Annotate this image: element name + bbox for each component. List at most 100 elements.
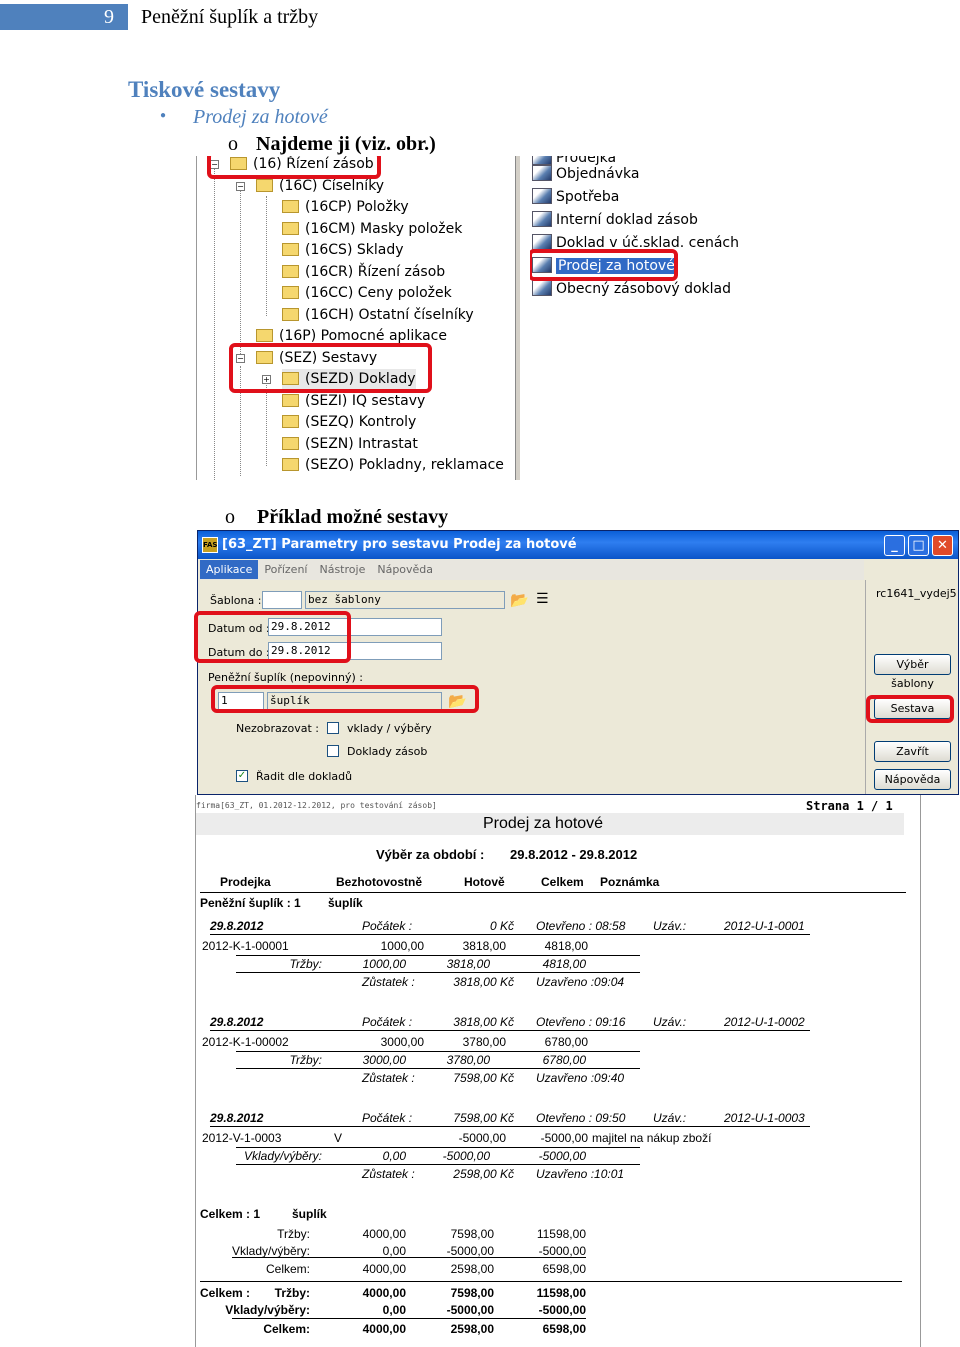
vklady-checkbox[interactable] (327, 722, 339, 734)
list-item[interactable]: Obecný zásobový doklad (532, 279, 731, 299)
tree-item[interactable]: (16CP) Položky (282, 197, 409, 217)
doc-flag: V (334, 1131, 343, 1145)
list-item[interactable]: Interní doklad zásob (532, 210, 698, 230)
zustatek-label: Zůstatek : (362, 975, 415, 989)
zustatek-value: 7598,00 Kč (453, 1071, 514, 1085)
trzby-cel: -5000,00 (538, 1149, 586, 1163)
doklady-checkbox[interactable] (327, 745, 339, 757)
section-heading: Tiskové sestavy (128, 77, 281, 102)
radit-checkbox[interactable]: ✓ (236, 770, 248, 782)
otevreno: Otevřeno : 08:58 (536, 919, 626, 933)
parameters-dialog: FAS [63_ZT] Parametry pro sestavu Prodej… (194, 530, 959, 795)
doc-number: 2012-K-1-00002 (202, 1035, 289, 1049)
tree-item[interactable]: (16CM) Masky položek (282, 219, 462, 239)
menu-bar: Aplikace Pořízení Nástroje Nápověda (200, 560, 864, 580)
menu-nastroje[interactable]: Nástroje (313, 560, 371, 579)
suplik-heading: Peněžní šuplík : 1 (200, 896, 301, 910)
uzavreno: Uzavřeno :09:04 (536, 975, 625, 989)
uzav-label: Uzáv.: (653, 1015, 687, 1029)
report-icon (532, 234, 552, 250)
report-page: Strana 1 / 1 (806, 799, 893, 813)
highlight-box (229, 343, 432, 393)
menu-aplikace[interactable]: Aplikace (200, 560, 259, 579)
open-folder-icon[interactable]: 📂 (510, 591, 529, 609)
pocatek-label: Počátek : (362, 919, 413, 933)
folder-icon (256, 329, 273, 342)
sum-row-hot: 7598,00 (450, 1227, 494, 1241)
doc-number: 2012-V-1-0003 (202, 1131, 282, 1145)
step-1-marker: o (228, 133, 238, 155)
doc-cel: 6780,00 (544, 1035, 588, 1049)
maximize-icon[interactable]: □ (908, 535, 929, 556)
sum2-row-label: Celkem: (263, 1322, 310, 1336)
col-header: Prodejka (220, 875, 271, 889)
tree-item[interactable]: (16CS) Sklady (282, 240, 404, 260)
folder-icon (282, 437, 299, 450)
tree-item[interactable]: (16CR) Řízení zásob (282, 262, 445, 282)
list-item[interactable]: Objednávka (532, 164, 639, 184)
divider (200, 1281, 902, 1282)
otevreno: Otevřeno : 09:16 (536, 1015, 626, 1029)
tree-item[interactable]: (16CH) Ostatní číselníky (282, 305, 474, 325)
tree-item[interactable]: (SEZQ) Kontroly (282, 412, 416, 432)
user-label: rc1641_vydej5 (876, 587, 957, 600)
list-icon[interactable]: ☰ (536, 591, 549, 607)
uzavreno: Uzavřeno :09:40 (536, 1071, 625, 1085)
doc-bez: 3000,00 (380, 1035, 424, 1049)
sum-row-hot: -5000,00 (446, 1244, 494, 1258)
folder-icon (282, 200, 299, 213)
doc-hot: 3780,00 (462, 1035, 506, 1049)
sablona-code-input[interactable] (262, 591, 302, 609)
trzby-bez: 3000,00 (362, 1053, 406, 1067)
block-date: 29.8.2012 (210, 1015, 264, 1029)
tree-item[interactable]: (16C) Číselníky (256, 176, 384, 196)
obdobi-label: Výběr za období : (376, 847, 485, 862)
tree-item[interactable]: (SEZN) Intrastat (282, 434, 418, 454)
sablona-input[interactable]: bez šablony (305, 591, 505, 609)
col-header: Celkem (541, 875, 584, 889)
doc-hot: 3818,00 (462, 939, 506, 953)
highlight-box (530, 249, 678, 281)
tree-item[interactable]: (SEZO) Pokladny, reklamace (282, 455, 504, 475)
tree-item[interactable]: (16CC) Ceny položek (282, 283, 452, 303)
block-date: 29.8.2012 (210, 1111, 264, 1125)
uzav-value: 2012-U-1-0003 (724, 1111, 805, 1125)
folder-icon (282, 394, 299, 407)
minimize-icon[interactable]: _ (884, 535, 905, 556)
menu-napoveda[interactable]: Nápověda (371, 560, 439, 579)
nezobrazovat-label: Nezobrazovat : (236, 722, 320, 735)
folder-icon (282, 265, 299, 278)
page-number: 9 (0, 4, 128, 30)
trzby-cel: 6780,00 (542, 1053, 586, 1067)
dialog-title: [63_ZT] Parametry pro sestavu Prodej za … (222, 537, 577, 552)
divider (210, 934, 810, 935)
dialog-titlebar[interactable]: FAS [63_ZT] Parametry pro sestavu Prodej… (198, 531, 958, 559)
sum-row-bez: 0,00 (382, 1244, 406, 1258)
pocatek-value: 3818,00 Kč (453, 1015, 514, 1029)
radit-label: Řadit dle dokladů (256, 770, 353, 783)
divider (236, 1068, 640, 1069)
trzby-label: Tržby: (289, 957, 322, 971)
collapse-icon[interactable]: − (236, 182, 245, 191)
zavrit-button[interactable]: Zavřít (874, 741, 951, 762)
sum2-row-cel: -5000,00 (538, 1303, 586, 1317)
obdobi-value: 29.8.2012 - 29.8.2012 (510, 847, 638, 862)
sum-row-cel: 6598,00 (542, 1262, 586, 1276)
vyber-sablony-button[interactable]: Výběr šablony (874, 654, 951, 690)
close-icon[interactable]: ✕ (932, 535, 953, 556)
divider (210, 1030, 810, 1031)
splitter[interactable] (515, 156, 521, 480)
list-item[interactable]: Spotřeba (532, 187, 619, 207)
folder-icon (282, 222, 299, 235)
zustatek-label: Zůstatek : (362, 1167, 415, 1181)
menu-porizeni[interactable]: Pořízení (258, 560, 313, 579)
report-topline: firma[63_ZT, 01.2012-12.2012, pro testov… (196, 801, 437, 810)
folder-icon (282, 286, 299, 299)
tree-item[interactable]: (SEZI) IQ sestavy (282, 391, 425, 411)
divider (232, 1257, 586, 1258)
trzby-hot: 3780,00 (446, 1053, 490, 1067)
napoveda-button[interactable]: Nápověda (874, 769, 951, 790)
step-1-text: Najdeme ji (viz. obr.) (256, 133, 436, 155)
page-header-title: Peněžní šuplík a tržby (141, 6, 319, 28)
sum2-row-label: Vklady/výběry: (225, 1303, 310, 1317)
